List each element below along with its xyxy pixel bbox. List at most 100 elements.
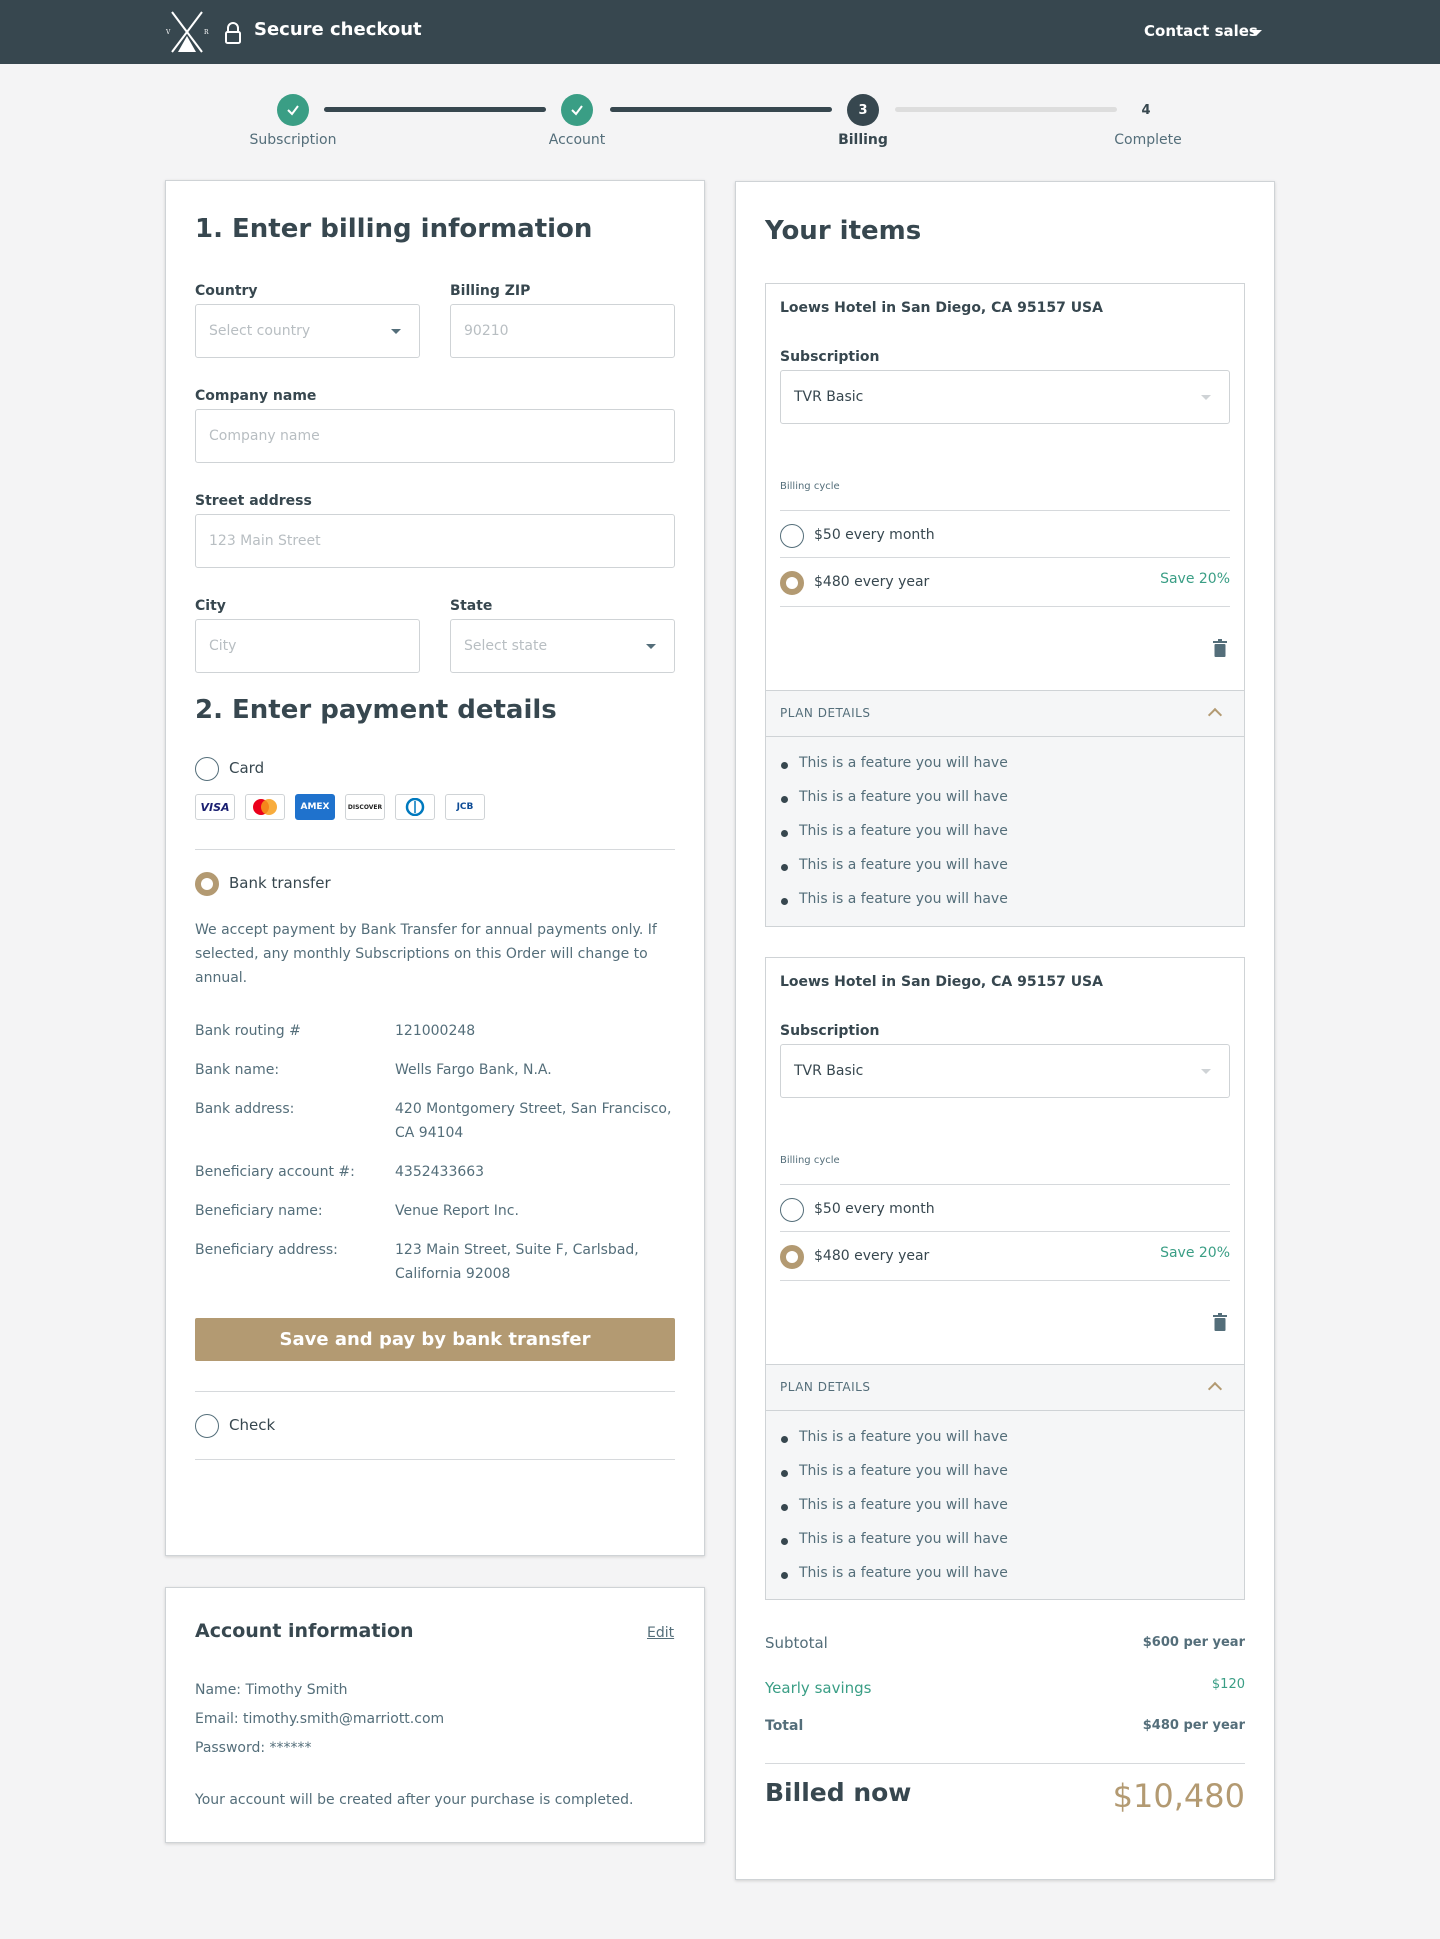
step-label-complete: Complete xyxy=(1114,132,1182,148)
zip-input[interactable]: 90210 xyxy=(450,304,675,358)
feature-item: This is a feature you will have xyxy=(799,891,1008,907)
diners-club-icon xyxy=(395,794,435,820)
beneficiary-address-value: 123 Main Street, Suite F, Carlsbad, Cali… xyxy=(395,1242,639,1282)
trash-icon[interactable] xyxy=(1213,1313,1227,1331)
monthly-radio[interactable] xyxy=(780,524,804,548)
divider xyxy=(780,1231,1230,1232)
divider xyxy=(195,849,675,850)
subscription-value: TVR Basic xyxy=(794,1063,864,1079)
feature-item: This is a feature you will have xyxy=(799,857,1008,873)
step-label-subscription: Subscription xyxy=(249,132,337,148)
street-placeholder: 123 Main Street xyxy=(209,533,321,549)
card-label[interactable]: Card xyxy=(229,759,264,777)
account-password: Password: ****** xyxy=(195,1740,312,1756)
yearly-label[interactable]: $480 every year xyxy=(814,574,929,590)
bullet-icon xyxy=(781,762,788,769)
page-title: Secure checkout xyxy=(254,19,422,40)
feature-item: This is a feature you will have xyxy=(799,789,1008,805)
yearly-label[interactable]: $480 every year xyxy=(814,1248,929,1264)
step-connector xyxy=(324,107,546,112)
subscription-select[interactable]: TVR Basic xyxy=(780,370,1230,424)
savings-value: $120 xyxy=(1211,1677,1245,1692)
divider xyxy=(780,1184,1230,1185)
bank-name-label: Bank name: xyxy=(195,1062,280,1078)
bank-name-value: Wells Fargo Bank, N.A. xyxy=(395,1062,552,1078)
monthly-label[interactable]: $50 every month xyxy=(814,527,935,543)
step-account-check-icon xyxy=(561,94,593,126)
feature-item: This is a feature you will have xyxy=(799,1531,1008,1547)
billed-now-value: $10,480 xyxy=(1112,1777,1245,1815)
bank-transfer-label[interactable]: Bank transfer xyxy=(229,874,331,892)
bank-transfer-radio[interactable] xyxy=(195,872,219,896)
bullet-icon xyxy=(781,1436,788,1443)
bullet-icon xyxy=(781,830,788,837)
beneficiary-account-value: 4352433663 xyxy=(395,1164,485,1180)
visa-icon: VISA xyxy=(195,794,235,820)
chevron-down-icon xyxy=(646,644,656,649)
billed-now-label: Billed now xyxy=(765,1778,912,1807)
total-label: Total xyxy=(765,1718,804,1734)
logo-icon[interactable]: V R xyxy=(164,10,210,54)
bank-transfer-note: We accept payment by Bank Transfer for a… xyxy=(195,922,657,986)
step-complete-number: 4 xyxy=(1141,102,1151,118)
divider xyxy=(780,1280,1230,1281)
bullet-icon xyxy=(781,1504,788,1511)
divider xyxy=(195,1391,675,1392)
pay-by-bank-transfer-button[interactable]: Save and pay by bank transfer xyxy=(195,1318,675,1361)
bullet-icon xyxy=(781,1470,788,1477)
feature-item: This is a feature you will have xyxy=(799,1497,1008,1513)
subscription-label: Subscription xyxy=(780,349,880,365)
chevron-down-icon xyxy=(1201,1069,1211,1074)
amex-icon: AMEX xyxy=(295,794,335,820)
country-select[interactable]: Select country xyxy=(195,304,420,358)
save-badge: Save 20% xyxy=(1160,1245,1230,1261)
plan-details-toggle[interactable]: PLAN DETAILS xyxy=(780,706,870,720)
step-connector xyxy=(610,107,832,112)
mastercard-icon xyxy=(245,794,285,820)
yearly-radio[interactable] xyxy=(780,1245,804,1269)
company-input[interactable]: Company name xyxy=(195,409,675,463)
card-radio[interactable] xyxy=(195,757,219,781)
beneficiary-name-label: Beneficiary name: xyxy=(195,1203,323,1219)
city-placeholder: City xyxy=(209,638,237,654)
zip-label: Billing ZIP xyxy=(450,283,531,299)
svg-text:V: V xyxy=(165,29,171,36)
chevron-down-icon xyxy=(391,329,401,334)
divider xyxy=(780,510,1230,511)
feature-item: This is a feature you will have xyxy=(799,1429,1008,1445)
step-billing-number: 3 xyxy=(847,94,879,126)
feature-item: This is a feature you will have xyxy=(799,1463,1008,1479)
check-label[interactable]: Check xyxy=(229,1416,275,1434)
step-connector xyxy=(895,107,1117,112)
item-venue: Loews Hotel in San Diego, CA 95157 USA xyxy=(780,974,1103,990)
chevron-down-icon[interactable] xyxy=(1250,30,1262,36)
monthly-radio[interactable] xyxy=(780,1198,804,1222)
divider xyxy=(765,736,1245,737)
billing-cycle-label: Billing cycle xyxy=(780,1155,840,1166)
yearly-radio[interactable] xyxy=(780,571,804,595)
contact-sales-menu[interactable]: Contact sales xyxy=(1144,22,1258,40)
plan-details-toggle[interactable]: PLAN DETAILS xyxy=(780,1380,870,1394)
monthly-label[interactable]: $50 every month xyxy=(814,1201,935,1217)
check-radio[interactable] xyxy=(195,1414,219,1438)
edit-account-link[interactable]: Edit xyxy=(647,1625,674,1641)
trash-icon[interactable] xyxy=(1213,639,1227,657)
state-select[interactable]: Select state xyxy=(450,619,675,673)
bullet-icon xyxy=(781,864,788,871)
subtotal-value: $600 per year xyxy=(1142,1635,1245,1650)
divider xyxy=(765,1410,1245,1411)
feature-item: This is a feature you will have xyxy=(799,1565,1008,1581)
discover-icon: DISCOVER xyxy=(345,794,385,820)
beneficiary-account-label: Beneficiary account #: xyxy=(195,1164,355,1180)
beneficiary-name-value: Venue Report Inc. xyxy=(395,1203,519,1219)
subscription-value: TVR Basic xyxy=(794,389,864,405)
city-input[interactable]: City xyxy=(195,619,420,673)
subscription-select[interactable]: TVR Basic xyxy=(780,1044,1230,1098)
street-input[interactable]: 123 Main Street xyxy=(195,514,675,568)
divider xyxy=(780,606,1230,607)
lock-icon xyxy=(225,22,241,44)
save-badge: Save 20% xyxy=(1160,571,1230,587)
city-label: City xyxy=(195,598,226,614)
divider xyxy=(195,1459,675,1460)
bank-address-value: 420 Montgomery Street, San Francisco, CA… xyxy=(395,1101,672,1141)
